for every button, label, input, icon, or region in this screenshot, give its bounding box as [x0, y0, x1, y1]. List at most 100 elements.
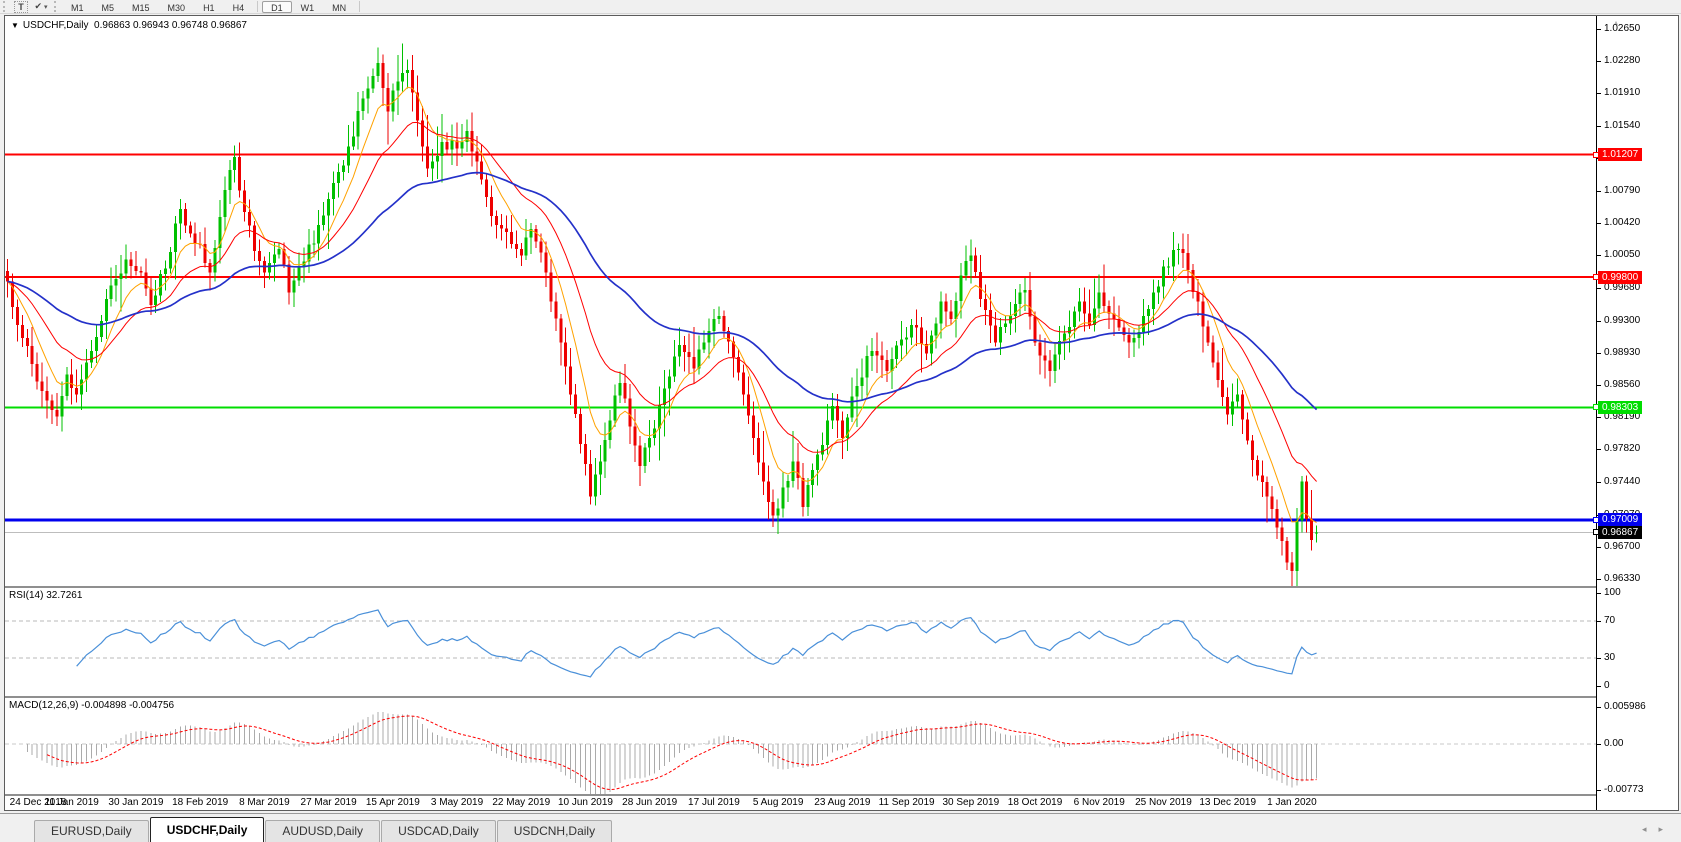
text-tool-icon[interactable]: T — [14, 0, 28, 13]
price-tick — [1597, 579, 1601, 581]
macd-scale[interactable]: 0.005986 0.00 -0.00773 — [1597, 698, 1678, 795]
cursor-tool-icon[interactable]: ✔ ▾ — [34, 1, 48, 13]
date-label: 27 Mar 2019 — [300, 797, 357, 808]
timeframe-button-w1[interactable]: W1 — [292, 1, 324, 13]
timeframe-button-m5[interactable]: M5 — [93, 1, 124, 13]
date-label: 1 Jan 2020 — [1267, 797, 1317, 808]
price-tick — [1597, 417, 1601, 419]
date-label: 17 Jul 2019 — [688, 797, 740, 808]
price-tick — [1597, 546, 1601, 548]
rsi-tick-label: 100 — [1604, 587, 1621, 598]
price-line-notch — [1593, 151, 1599, 158]
tab-eurusd[interactable]: EURUSD,Daily — [34, 820, 149, 842]
price-tick — [1597, 482, 1601, 484]
date-axis[interactable]: 24 Dec 2018 11 Jan 2019 30 Jan 2019 18 Feb … — [5, 796, 1596, 810]
price-tick — [1597, 352, 1601, 354]
rsi-tick — [1597, 686, 1601, 687]
price-tick — [1597, 29, 1601, 31]
chart-collapse-icon[interactable]: ▼ — [11, 21, 19, 30]
tabbar-lead-space — [0, 814, 34, 842]
chart-ohlc-values: 0.96863 0.96943 0.96748 0.96867 — [94, 20, 247, 31]
timeframe-button-m15[interactable]: M15 — [123, 1, 159, 13]
candlestick-canvas[interactable] — [5, 16, 1596, 586]
timeframe-button-m1[interactable]: M1 — [62, 1, 93, 13]
price-scale-main[interactable]: 1.026501.022801.019101.015401.011701.007… — [1593, 16, 1678, 586]
price-line-label: 1.01207 — [1598, 148, 1643, 162]
timeframe-button-mn[interactable]: MN — [323, 1, 355, 13]
toolbar-grip[interactable] — [3, 1, 8, 12]
date-label: 18 Oct 2019 — [1007, 797, 1063, 808]
macd-tick-label: 0.005986 — [1604, 700, 1646, 712]
timeframe-button-d1[interactable]: D1 — [262, 0, 292, 13]
price-tick-label: 0.99300 — [1604, 314, 1641, 326]
date-label: 25 Nov 2019 — [1135, 797, 1192, 808]
date-label: 6 Nov 2019 — [1073, 797, 1125, 808]
toolbar-grip-2[interactable] — [54, 1, 59, 12]
price-tick — [1597, 223, 1601, 225]
price-tick — [1597, 384, 1601, 386]
rsi-panel[interactable]: RSI(14) 32.7261 — [5, 588, 1596, 696]
tab-usdchf[interactable]: USDCHF,Daily — [149, 817, 265, 842]
date-label: 30 Sep 2019 — [942, 797, 1000, 808]
price-tick — [1597, 449, 1601, 451]
date-label: 11 Jan 2019 — [44, 797, 99, 808]
chevron-down-icon: ▾ — [44, 3, 48, 11]
macd-tick — [1597, 706, 1601, 708]
date-label: 13 Dec 2019 — [1199, 797, 1257, 808]
main-price-panel[interactable]: ▼ USDCHF,Daily 0.96863 0.96943 0.96748 0.… — [5, 16, 1596, 586]
timeframe-button-h1[interactable]: H1 — [194, 1, 224, 13]
rsi-tick — [1597, 620, 1601, 622]
toolbar-separator — [257, 1, 259, 12]
tab-audusd[interactable]: AUDUSD,Daily — [265, 820, 381, 842]
price-tick — [1597, 320, 1601, 322]
price-tick — [1597, 125, 1601, 127]
date-label: 22 May 2019 — [492, 797, 551, 808]
date-label: 3 May 2019 — [430, 797, 484, 808]
date-label: 8 Mar 2019 — [239, 797, 290, 808]
price-tick-label: 0.96700 — [1604, 540, 1641, 552]
date-label: 5 Aug 2019 — [752, 797, 804, 808]
timeframe-button-m30[interactable]: M30 — [159, 1, 195, 13]
price-tick — [1597, 61, 1601, 63]
price-tick-label: 1.00790 — [1604, 184, 1641, 196]
price-tick-label: 1.02650 — [1604, 23, 1641, 35]
tab-scroll-right-icon[interactable]: ▸ — [1658, 824, 1675, 834]
price-line-label: 0.99800 — [1598, 270, 1643, 284]
cursor-glyph: ✔ — [34, 1, 43, 11]
date-label: 18 Feb 2019 — [172, 797, 229, 808]
chart-window: ▼ USDCHF,Daily 0.96863 0.96943 0.96748 0.… — [4, 15, 1679, 811]
date-label: 23 Aug 2019 — [814, 797, 871, 808]
date-label: 11 Sep 2019 — [878, 797, 935, 808]
price-tick-label: 0.98560 — [1604, 378, 1641, 390]
price-line-notch — [1593, 274, 1599, 281]
price-tick-label: 0.97820 — [1604, 443, 1641, 455]
date-label: 15 Apr 2019 — [365, 797, 420, 808]
tab-usdcnh[interactable]: USDCNH,Daily — [496, 820, 613, 842]
macd-canvas[interactable] — [5, 698, 1596, 794]
rsi-tick-label: 30 — [1604, 652, 1616, 664]
price-line-label: 0.97009 — [1598, 513, 1643, 527]
tab-scroll-left-icon[interactable]: ◂ — [1642, 824, 1659, 834]
price-tick — [1597, 190, 1601, 192]
price-tick-label: 1.01540 — [1604, 119, 1641, 131]
price-line-notch — [1593, 529, 1599, 536]
macd-panel[interactable]: MACD(12,26,9) -0.004898 -0.004756 — [5, 698, 1596, 794]
price-tick-label: 0.97440 — [1604, 476, 1641, 488]
price-tick-label: 1.00420 — [1604, 217, 1641, 229]
timeframe-button-group: M1 M5 M15 M30 H1 H4 D1 W1 MN — [62, 0, 364, 13]
price-scale[interactable]: ▴ 1.026501.022801.019101.015401.011701.0… — [1593, 16, 1678, 810]
tabs-holder: EURUSD,Daily USDCHF,Daily AUDUSD,Daily USDC… — [34, 817, 613, 842]
macd-tick — [1597, 790, 1601, 791]
rsi-tick-label: 70 — [1604, 614, 1616, 626]
tab-scrollers: ◂▸ — [1642, 824, 1675, 835]
price-line-notch — [1593, 404, 1599, 411]
macd-tick-label: -0.00773 — [1604, 784, 1644, 795]
rsi-canvas[interactable] — [5, 588, 1596, 696]
rsi-scale[interactable]: 100 70 30 0 — [1597, 587, 1678, 696]
macd-tick-label: 0.00 — [1604, 738, 1624, 749]
rsi-tick — [1597, 593, 1601, 594]
tab-usdcad[interactable]: USDCAD,Daily — [381, 820, 496, 842]
price-tick-label: 1.00050 — [1604, 249, 1641, 261]
price-tick-label: 1.02280 — [1604, 55, 1641, 67]
timeframe-button-h4[interactable]: H4 — [224, 1, 254, 13]
